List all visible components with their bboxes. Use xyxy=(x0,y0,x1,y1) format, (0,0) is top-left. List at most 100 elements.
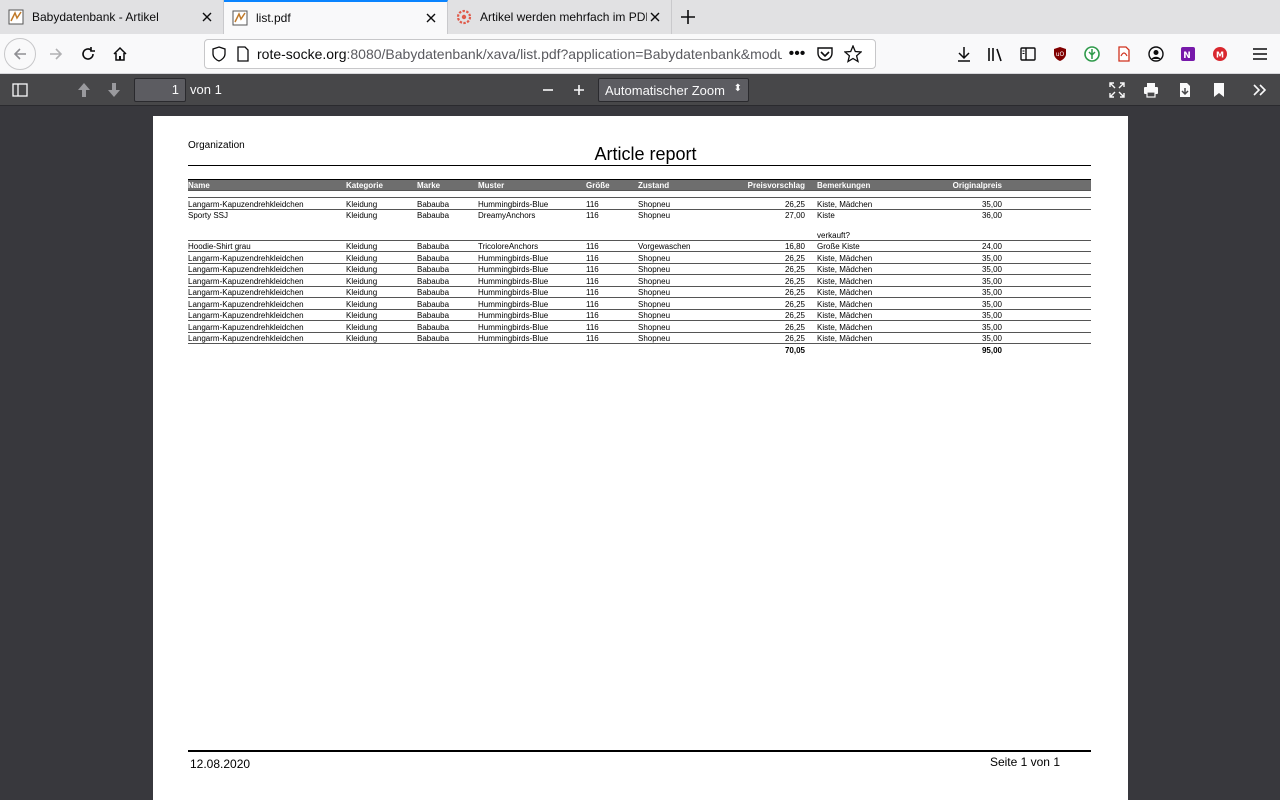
select-arrows-icon: ⬍ xyxy=(733,83,742,94)
pdf-toolbar: 1 von 1 Automatischer Zoom ⬍ xyxy=(0,74,1280,106)
zoom-out-button[interactable] xyxy=(534,76,562,104)
close-icon[interactable] xyxy=(423,10,439,26)
downloads-button[interactable] xyxy=(948,38,980,70)
back-button[interactable] xyxy=(4,37,36,70)
previous-page-button[interactable] xyxy=(70,76,98,104)
cell-bemerkungen: Große Kiste xyxy=(817,242,860,251)
pocket-icon[interactable] xyxy=(816,46,834,62)
cell-originalpreis: 35,00 xyxy=(981,265,1002,274)
cell-groesse: 116 xyxy=(586,253,599,263)
cell-zustand: Shopneu xyxy=(638,276,671,286)
cell-originalpreis: 35,00 xyxy=(981,311,1002,320)
page-actions-icon[interactable]: ••• xyxy=(782,45,812,63)
extension-green-button[interactable] xyxy=(1076,38,1108,70)
pdf-viewer[interactable]: Organization Article report Name Kategor… xyxy=(0,107,1280,800)
cell-muster: Hummingbirds-Blue xyxy=(478,265,549,274)
toggle-sidebar-button[interactable] xyxy=(6,76,34,104)
cell-bemerkungen: Kiste, Mädchen xyxy=(817,265,873,274)
pdf-extension-button[interactable] xyxy=(1108,38,1140,70)
tab-title: Artikel werden mehrfach im PDF xyxy=(480,10,647,24)
url-bar[interactable]: rote-socke.org:8080/Babydatenbank/xava/l… xyxy=(204,39,876,69)
table-row: Langarm-Kapuzendrehkleidchen Kleidung Baba… xyxy=(188,264,1091,275)
cell-name: Langarm-Kapuzendrehkleidchen xyxy=(188,276,304,286)
cell-bemerkungen: Kiste, Mädchen xyxy=(817,288,873,297)
footer-divider xyxy=(188,750,1091,752)
sidebar-button[interactable] xyxy=(1012,38,1044,70)
mega-button[interactable]: M xyxy=(1204,38,1236,70)
reload-button[interactable] xyxy=(72,38,104,70)
onenote-button[interactable]: N xyxy=(1172,38,1204,70)
bookmark-view-button[interactable] xyxy=(1205,76,1233,104)
url-text[interactable]: rote-socke.org:8080/Babydatenbank/xava/l… xyxy=(257,46,782,62)
url-path: :8080/Babydatenbank/xava/list.pdf?applic… xyxy=(346,46,782,62)
print-icon xyxy=(1144,83,1158,98)
cell-originalpreis: 35,00 xyxy=(981,299,1002,309)
save-button[interactable] xyxy=(1171,76,1199,104)
account-icon xyxy=(1148,46,1164,62)
cell-preisvorschlag: 16,80 xyxy=(784,242,805,251)
home-button[interactable] xyxy=(104,38,136,70)
cell-name: Langarm-Kapuzendrehkleidchen xyxy=(188,199,304,209)
column-header-marke: Marke xyxy=(417,181,441,190)
cell-groesse: 116 xyxy=(586,299,599,309)
cell-name: Langarm-Kapuzendrehkleidchen xyxy=(188,265,304,274)
column-header-muster: Muster xyxy=(478,181,505,190)
svg-text:M: M xyxy=(1216,51,1224,60)
cell-preisvorschlag: 27,00 xyxy=(784,211,805,220)
tab-list-pdf[interactable]: list.pdf xyxy=(224,0,448,34)
print-button[interactable] xyxy=(1137,76,1165,104)
cell-kategorie: Kleidung xyxy=(346,322,378,332)
page-number-input[interactable]: 1 xyxy=(134,78,186,102)
tab-artikel-forum[interactable]: Artikel werden mehrfach im PDF xyxy=(448,0,672,34)
bookmark-star-icon[interactable] xyxy=(844,45,862,63)
new-tab-button[interactable] xyxy=(672,0,704,34)
cell-originalpreis: 24,00 xyxy=(981,242,1002,251)
cell-bemerkungen: Kiste, Mädchen xyxy=(817,199,873,209)
cell-name: Langarm-Kapuzendrehkleidchen xyxy=(188,299,304,309)
cell-bemerkungen: Kiste, Mädchen xyxy=(817,253,873,263)
cell-bemerkungen: Kiste, Mädchen xyxy=(817,299,873,309)
ublock-button[interactable]: uO xyxy=(1044,38,1076,70)
home-icon xyxy=(113,46,127,61)
cell-muster: Hummingbirds-Blue xyxy=(478,288,549,297)
table-header: Name Kategorie Marke Muster Größe Zustan… xyxy=(188,179,1091,190)
cell-kategorie: Kleidung xyxy=(346,265,378,274)
next-page-button[interactable] xyxy=(100,76,128,104)
page-info-icon[interactable] xyxy=(235,46,251,62)
zoom-select[interactable]: Automatischer Zoom ⬍ xyxy=(598,78,749,102)
cell-groesse: 116 xyxy=(586,242,599,251)
cell-groesse: 116 xyxy=(586,334,599,343)
tools-button[interactable] xyxy=(1246,76,1274,104)
close-icon[interactable] xyxy=(647,9,663,25)
library-button[interactable] xyxy=(980,38,1012,70)
cell-bemerkungen: Kiste, Mädchen xyxy=(817,311,873,320)
close-icon[interactable] xyxy=(199,9,215,25)
cell-preisvorschlag: 26,25 xyxy=(784,322,805,332)
cell-kategorie: Kleidung xyxy=(346,199,378,209)
presentation-mode-button[interactable] xyxy=(1103,76,1131,104)
total-preisvorschlag: 70,05 xyxy=(784,346,805,355)
plus-icon xyxy=(681,10,695,24)
table-spacer xyxy=(188,190,1091,198)
cell-preisvorschlag: 26,25 xyxy=(784,288,805,297)
extension-green-icon xyxy=(1084,46,1100,62)
tab-babydatenbank[interactable]: Babydatenbank - Artikel xyxy=(0,0,224,34)
cell-marke: Babauba xyxy=(417,242,450,251)
account-button[interactable] xyxy=(1140,38,1172,70)
cell-kategorie: Kleidung xyxy=(346,299,378,309)
shield-icon[interactable] xyxy=(211,46,227,62)
cell-muster: Hummingbirds-Blue xyxy=(478,199,549,209)
cell-preisvorschlag: 26,25 xyxy=(784,265,805,274)
cell-zustand: Shopneu xyxy=(638,311,671,320)
cell-name: Sporty SSJ xyxy=(188,211,229,220)
page-count-label: von 1 xyxy=(190,82,222,97)
cell-marke: Babauba xyxy=(417,199,450,209)
menu-button[interactable] xyxy=(1244,38,1276,70)
cell-zustand: Shopneu xyxy=(638,299,671,309)
svg-text:uO: uO xyxy=(1056,51,1065,58)
forward-button[interactable] xyxy=(40,38,72,70)
zoom-in-button[interactable] xyxy=(565,76,593,104)
cell-preisvorschlag: 26,25 xyxy=(784,311,805,320)
cell-groesse: 116 xyxy=(586,211,599,220)
cell-zustand: Vorgewaschen xyxy=(638,242,691,251)
